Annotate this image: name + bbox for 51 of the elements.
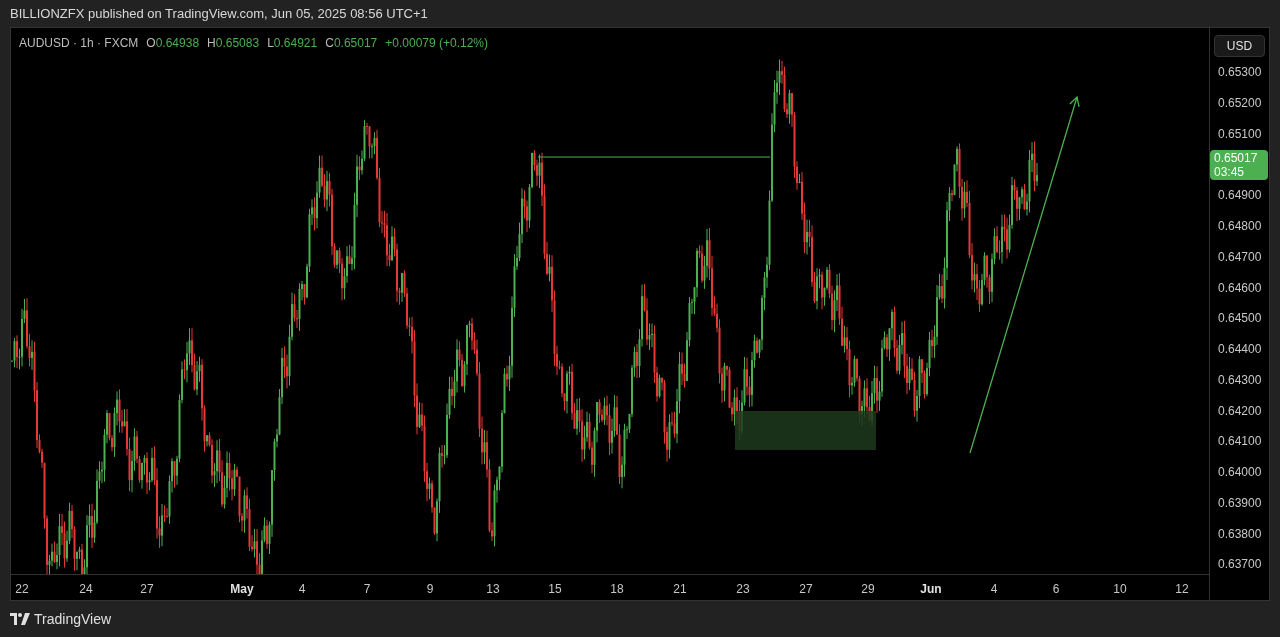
time-axis-label: 22 [15, 581, 29, 598]
logo-icon [10, 613, 30, 625]
price-axis-label: 0.65300 [1218, 64, 1262, 82]
ohlc-label: L [267, 35, 274, 52]
price-axis-label: 0.64500 [1218, 310, 1262, 328]
brand-name: TradingView [34, 609, 112, 629]
ohlc-value: 0.64921 [273, 35, 318, 52]
time-axis-label: 7 [363, 581, 371, 598]
currency-button[interactable]: USD [1214, 35, 1265, 57]
price-axis-label: 0.64400 [1218, 341, 1262, 359]
price-axis-label: 0.63700 [1218, 556, 1262, 574]
time-axis-label: 10 [1113, 581, 1127, 598]
bar-countdown: 03:45 [1214, 164, 1246, 179]
price-axis-label: 0.64000 [1218, 464, 1262, 482]
time-axis-label: 13 [486, 581, 500, 598]
ohlc-label: H [207, 35, 216, 52]
publish-info: BILLIONZFX published on TradingView.com, Jun 05, 2025 08:56 UTC+1 [10, 4, 428, 23]
time-axis-label: May [230, 581, 254, 598]
time-axis-label: 18 [610, 581, 624, 598]
time-axis-label: 15 [548, 581, 562, 598]
price-axis-label: 0.64100 [1218, 433, 1262, 451]
ohlc-label: O [146, 35, 156, 52]
time-axis-label: 24 [79, 581, 93, 598]
ohlc-value: 0.64938 [155, 35, 200, 52]
price-axis-label: 0.64900 [1218, 187, 1262, 205]
price-axis-label: 0.64800 [1218, 218, 1262, 236]
ohlc-value: 0.65083 [215, 35, 260, 52]
time-axis-label: 23 [736, 581, 750, 598]
ohlc-value: 0.65017 [333, 35, 378, 52]
time-axis-label: 29 [861, 581, 875, 598]
price-axis-label: 0.64600 [1218, 279, 1262, 297]
price-axis-label: 0.65100 [1218, 125, 1262, 143]
time-axis-label: Jun [920, 581, 942, 598]
symbol-label: AUDUSD · 1h · FXCM [19, 35, 139, 52]
time-axis-label: 4 [298, 581, 306, 598]
price-axis-label: 0.63800 [1218, 525, 1262, 543]
price-axis-label: 0.65200 [1218, 95, 1262, 113]
time-axis-label: 9 [426, 581, 434, 598]
time-axis-label: 27 [799, 581, 813, 598]
price-axis-label: 0.64200 [1218, 402, 1262, 420]
time-axis-label: 21 [673, 581, 687, 598]
price-axis-label: 0.63900 [1218, 494, 1262, 512]
time-axis-label: 27 [140, 581, 154, 598]
time-axis-label: 6 [1052, 581, 1060, 598]
time-axis-label: 12 [1175, 581, 1189, 598]
last-price: 0.65017 [1214, 150, 1259, 165]
price-axis-label: 0.64300 [1218, 371, 1262, 389]
time-axis-label: 4 [990, 581, 998, 598]
ohlc-label: C [325, 35, 334, 52]
price-axis-label: 0.64700 [1218, 248, 1262, 266]
price-change: +0.00079 (+0.12%) [385, 35, 489, 52]
